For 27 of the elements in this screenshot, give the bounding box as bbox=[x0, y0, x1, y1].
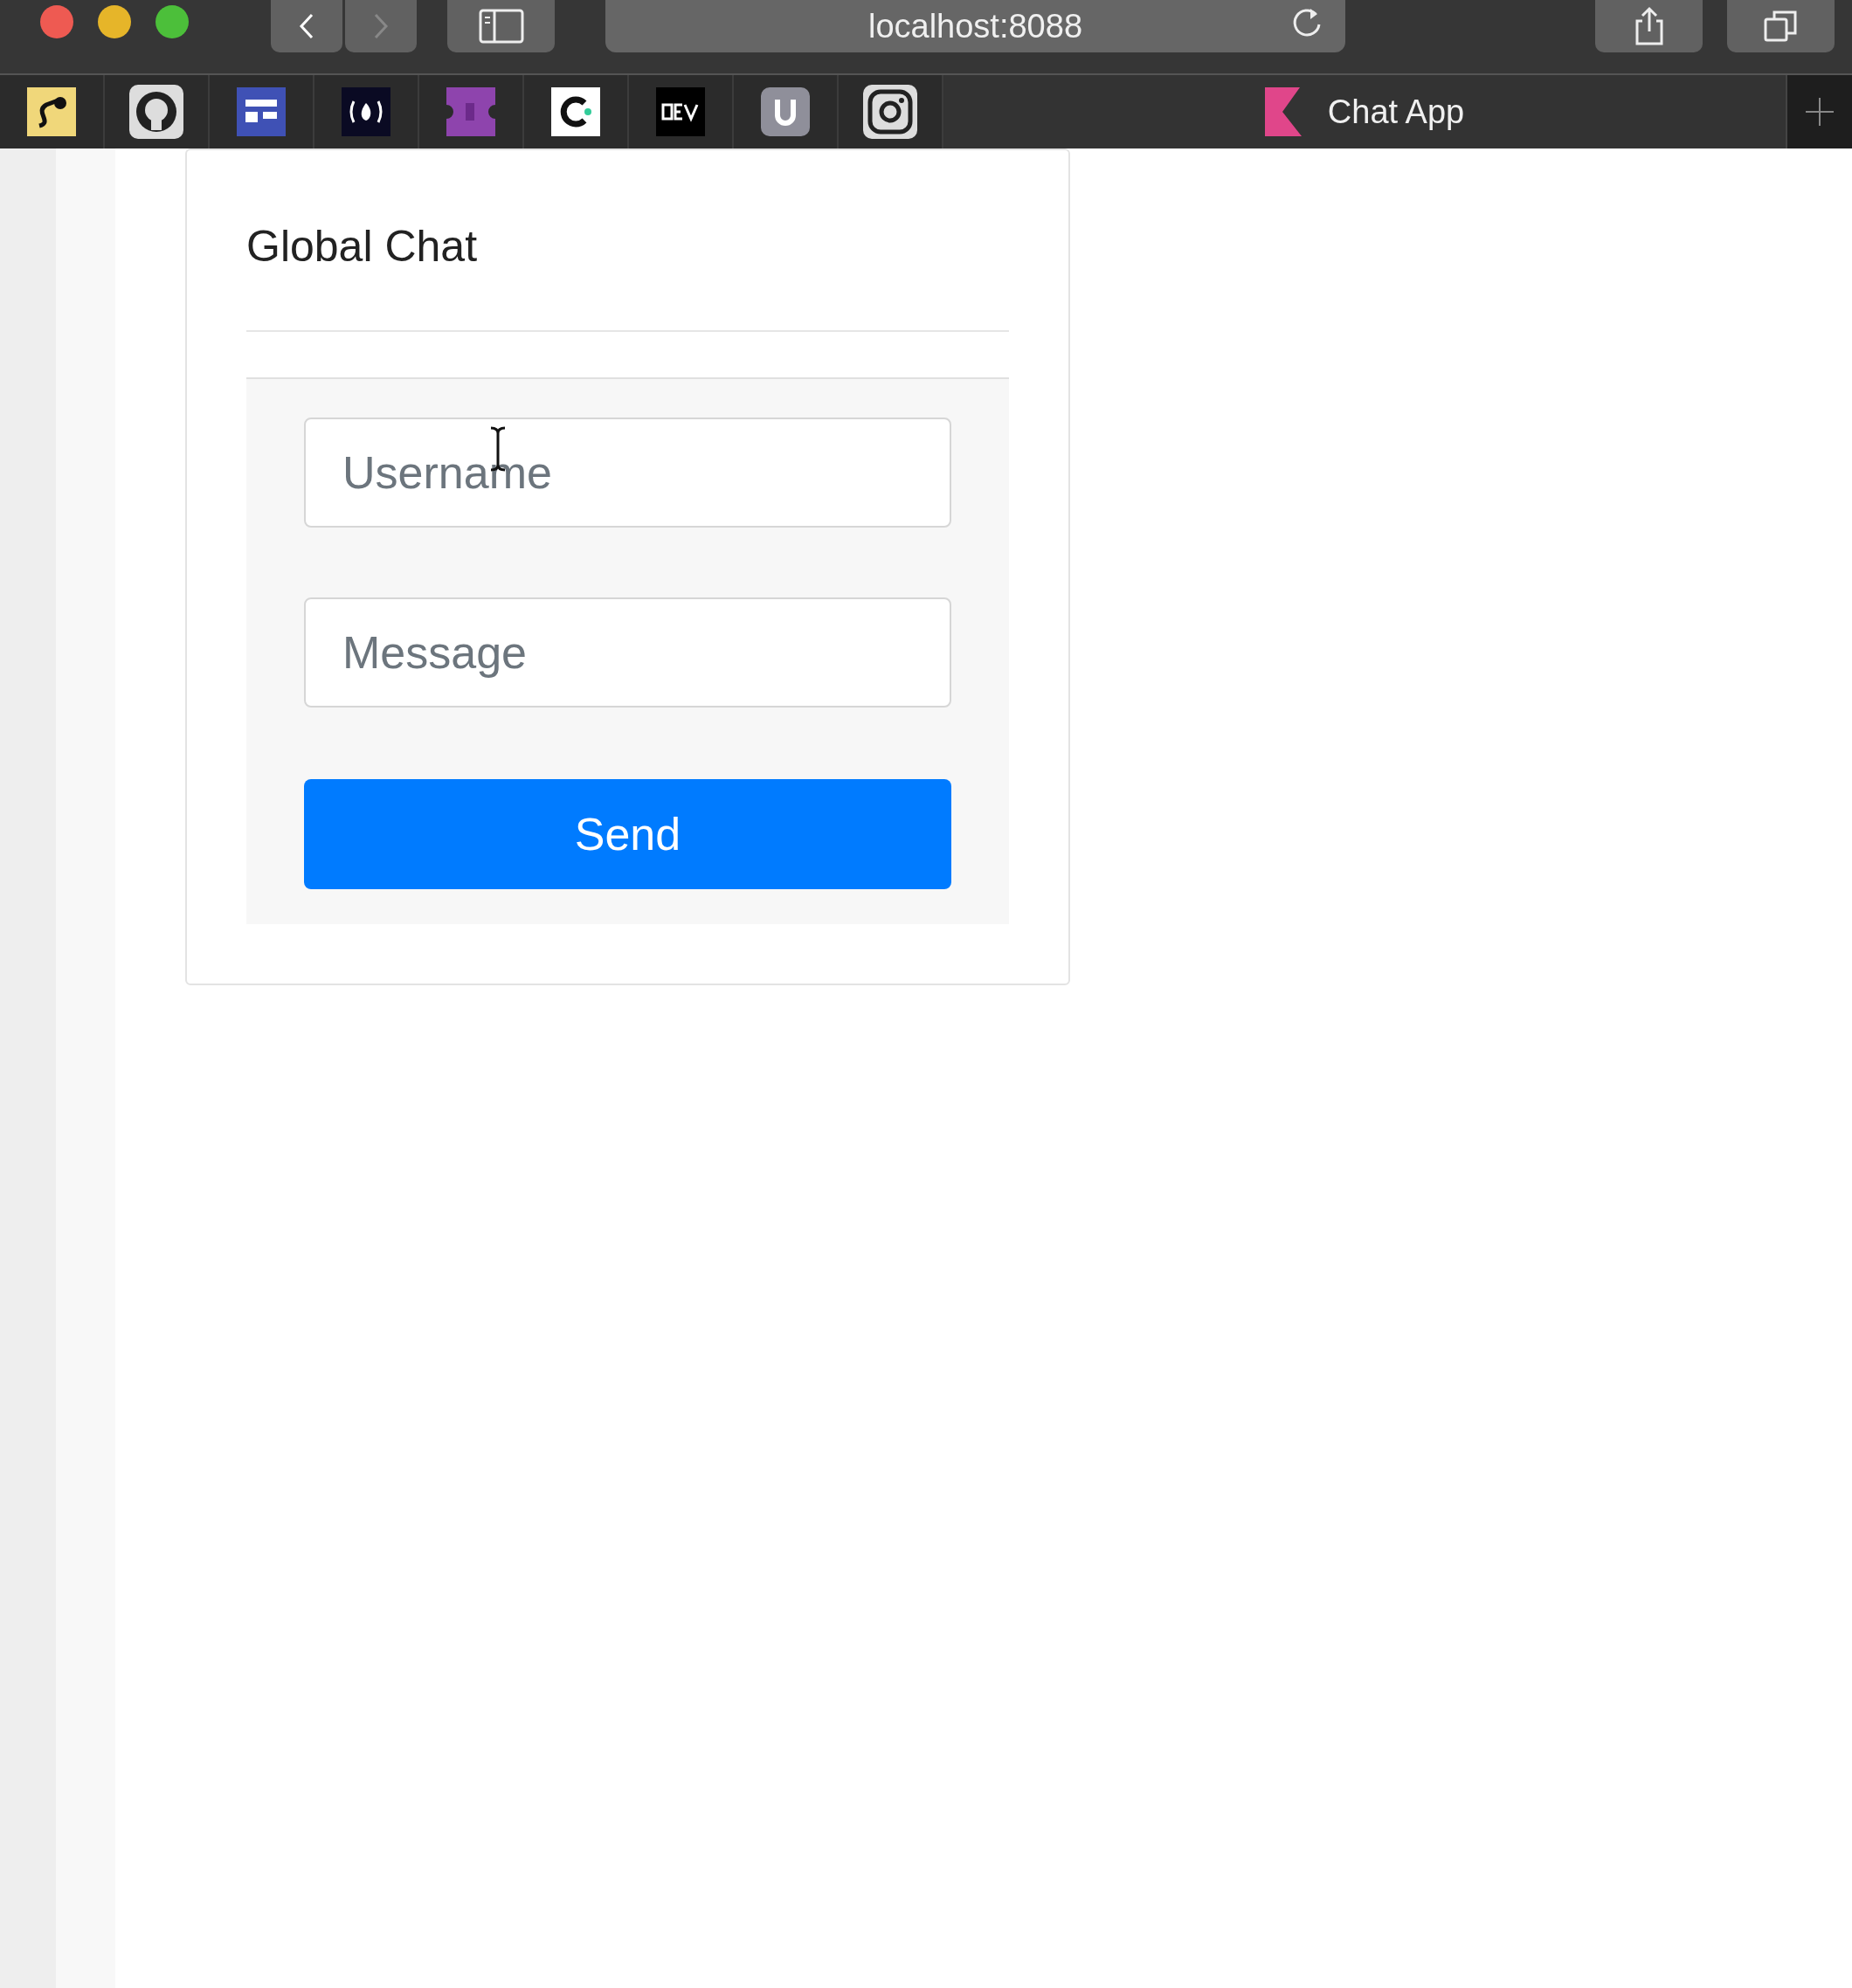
minimize-button[interactable] bbox=[98, 5, 131, 38]
close-button[interactable] bbox=[40, 5, 73, 38]
zoom-button[interactable] bbox=[155, 5, 189, 38]
camera-logo-icon bbox=[863, 85, 917, 139]
back-icon bbox=[298, 12, 315, 40]
dev-logo-icon bbox=[656, 87, 705, 136]
layout-logo-icon bbox=[237, 87, 286, 136]
sidebar-icon bbox=[478, 9, 524, 44]
browser-tab[interactable]: Chat App bbox=[943, 75, 1787, 148]
forward-icon bbox=[372, 12, 390, 40]
share-button[interactable] bbox=[1595, 0, 1703, 52]
ticket-logo-icon bbox=[446, 87, 495, 136]
card-title: Global Chat bbox=[246, 221, 479, 272]
send-button[interactable]: Send bbox=[304, 779, 951, 889]
tab-title: Chat App bbox=[1327, 93, 1465, 131]
squiggle-logo-icon bbox=[27, 87, 76, 136]
address-text: localhost:8088 bbox=[867, 7, 1083, 45]
tabs-button[interactable] bbox=[1727, 0, 1835, 52]
u-logo-icon bbox=[761, 87, 810, 136]
message-field[interactable]: Message bbox=[304, 597, 951, 708]
sidebar-button[interactable] bbox=[447, 0, 555, 52]
username-field[interactable]: Username bbox=[304, 418, 951, 528]
plus-icon bbox=[1804, 96, 1835, 128]
address-bar[interactable]: localhost:8088 bbox=[605, 0, 1345, 52]
back-button[interactable] bbox=[271, 0, 342, 52]
c-logo-icon bbox=[551, 87, 600, 136]
k-logo-icon bbox=[1264, 87, 1302, 136]
